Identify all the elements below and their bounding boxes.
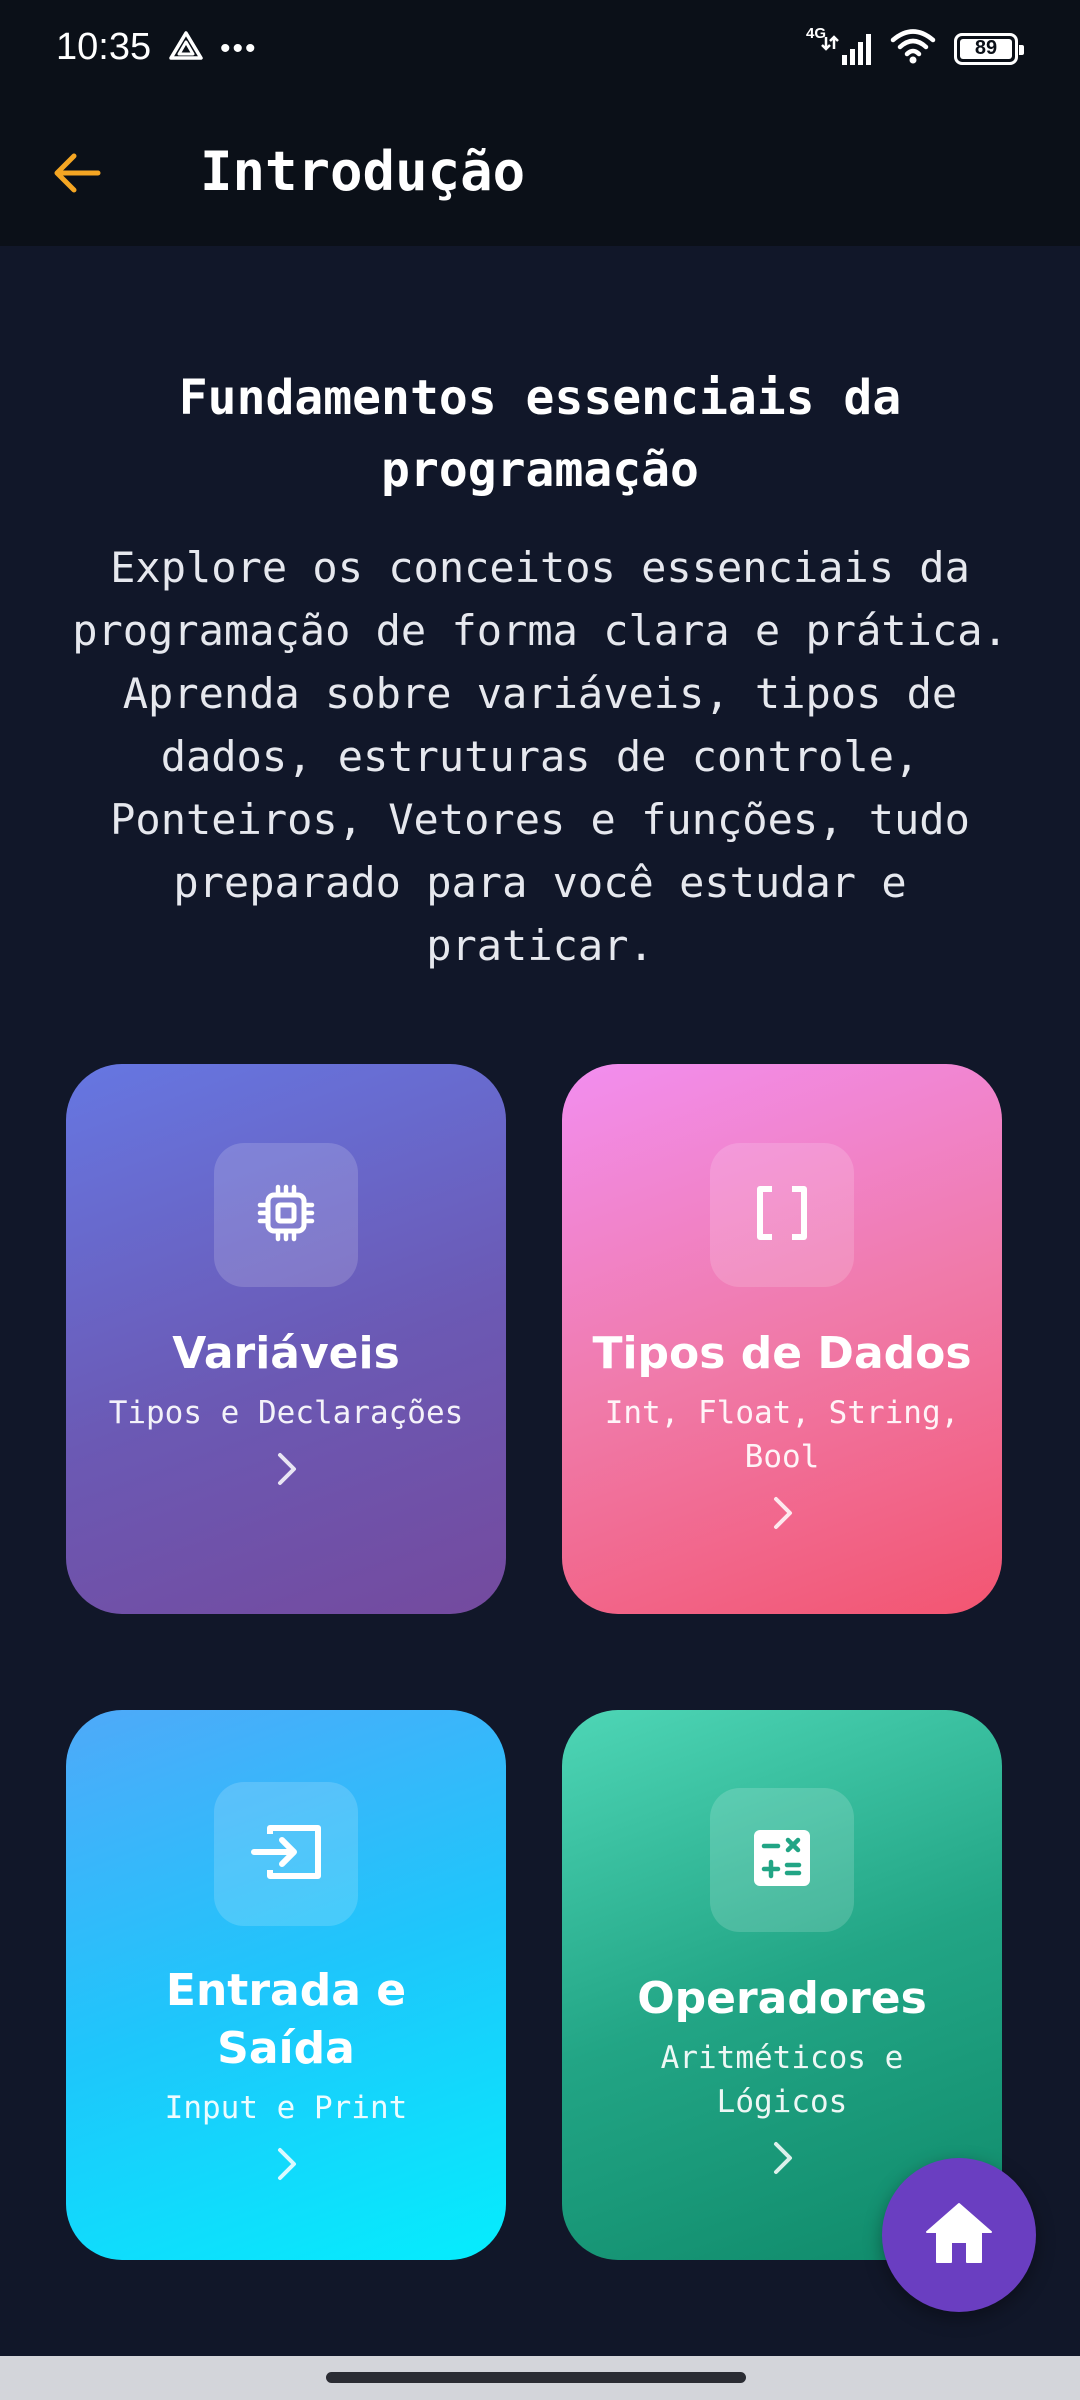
calculator-icon (752, 1828, 812, 1892)
brackets-icon (752, 1183, 812, 1247)
card-title: Tipos de Dados (592, 1328, 972, 1379)
card-subtitle: Input e Print (164, 2090, 408, 2126)
battery-level: 89 (974, 37, 998, 59)
chevron-right-icon (269, 2144, 303, 2188)
battery-icon: 89 (954, 32, 1024, 65)
card-icon-tile (710, 1788, 854, 1932)
card-title: Operadores (637, 1973, 927, 2024)
status-right: 4G 89 (806, 25, 1024, 69)
card-entrada-e-saida[interactable]: Entrada e Saída Input e Print (66, 1710, 506, 2260)
card-variaveis[interactable]: Variáveis Tipos e Declarações (66, 1064, 506, 1614)
gesture-handle[interactable] (326, 2372, 746, 2383)
card-icon-tile (710, 1143, 854, 1287)
home-icon (923, 2200, 995, 2270)
chevron-right-icon (765, 2138, 799, 2182)
status-left-icons: ••• (168, 30, 258, 67)
wifi-icon (890, 28, 936, 69)
card-title: Variáveis (172, 1328, 400, 1379)
card-icon-tile (214, 1782, 358, 1926)
card-title: Entrada e Saída (165, 1965, 407, 2074)
status-bar: 10:35 ••• 4G 89 (0, 0, 1080, 100)
home-button[interactable] (882, 2158, 1036, 2312)
back-button[interactable] (40, 138, 114, 212)
input-icon (248, 1820, 324, 1888)
card-subtitle: Int, Float, String, Bool (604, 1395, 960, 1475)
status-time: 10:35 (56, 26, 152, 68)
system-nav-bar (0, 2356, 1080, 2400)
card-subtitle: Aritméticos e Lógicos (660, 2040, 904, 2120)
page-title: Introdução (200, 140, 526, 203)
card-subtitle: Tipos e Declarações (108, 1395, 464, 1431)
chevron-right-icon (765, 1493, 799, 1537)
intro-description: Explore os conceitos essenciais da progr… (72, 543, 1008, 970)
app-bar: Introdução (0, 100, 1080, 246)
more-notifications-icon: ••• (220, 31, 258, 65)
card-tipos-de-dados[interactable]: Tipos de Dados Int, Float, String, Bool (562, 1064, 1002, 1614)
chip-icon (256, 1183, 316, 1247)
signal-icon: 4G (806, 25, 872, 69)
arrow-left-icon (52, 151, 102, 199)
chevron-right-icon (269, 1449, 303, 1493)
intro-heading: Fundamentos essenciais da programação (178, 370, 902, 498)
card-icon-tile (214, 1143, 358, 1287)
drive-icon (168, 30, 204, 67)
